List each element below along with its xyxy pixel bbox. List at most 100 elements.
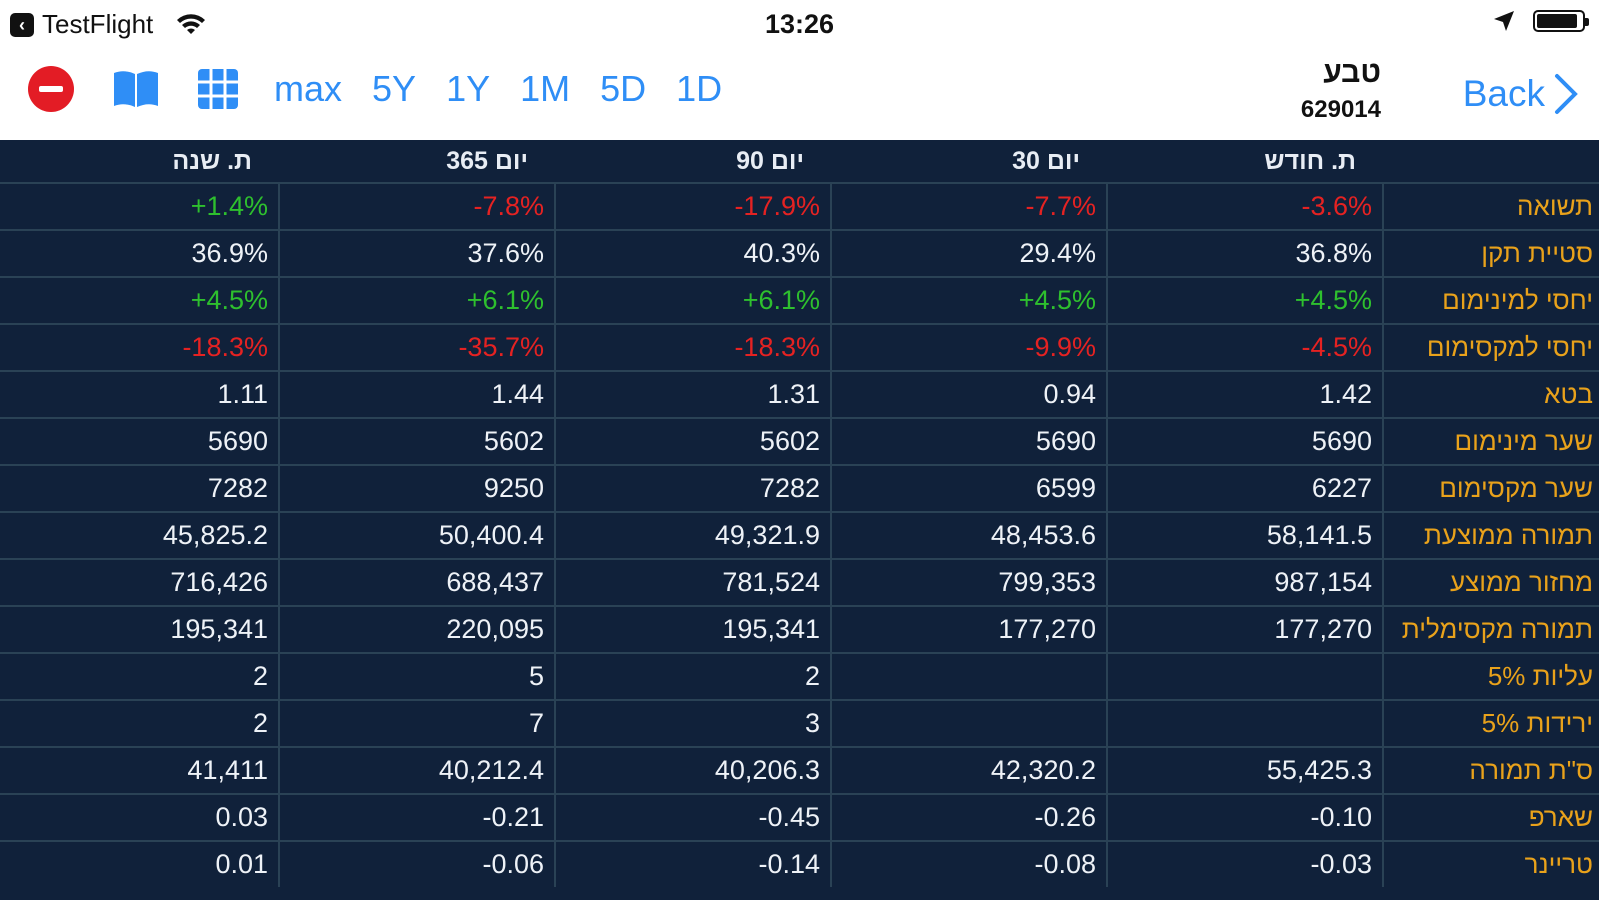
security-code: 629014 (1300, 96, 1381, 123)
status-right (1493, 10, 1589, 32)
range-5y-button[interactable]: 5Y (372, 68, 416, 110)
table-body: +1.4% -7.8% -17.9% -7.7% -3.6% תשואה 36.9% 37.6… (0, 182, 1599, 887)
table-cell: 5690 (1106, 419, 1382, 464)
table-cell: 36.8% (1106, 231, 1382, 276)
table-cell: +4.5% (1106, 278, 1382, 323)
table-cell: 48,453.6 (830, 513, 1106, 558)
toolbar: max 5Y 1Y 1M 5D 1D (28, 66, 722, 112)
table-cell: 40,212.4 (278, 748, 554, 793)
security-name: טבע (1323, 56, 1381, 89)
table-cell: 7282 (207, 473, 268, 503)
table-cell: 40.3% (554, 231, 830, 276)
table-row: 2 5 2 עליות 5% (0, 652, 1599, 699)
table-row: -18.3% -35.7% -18.3% -9.9% -4.5% יחסי למקסימו… (0, 323, 1599, 370)
table-cell: -7.8% (278, 184, 554, 229)
table-row: 716,426 688,437 781,524 799,353 987,154 מחזור… (0, 558, 1599, 605)
table-cell: 6227 (1106, 466, 1382, 511)
table-cell: 45,825.2 (162, 520, 268, 550)
col-header-30d: 30 יום (1012, 147, 1080, 175)
security-title: טבע 629014 (1301, 56, 1381, 124)
range-1y-button[interactable]: 1Y (446, 68, 490, 110)
table-cell: 177,270 (1106, 607, 1382, 652)
table-row: 2 7 3 ירידות 5% (0, 699, 1599, 746)
table-cell: -18.3% (182, 332, 268, 362)
col-header-label (1382, 140, 1599, 182)
table-row: 195,341 220,095 195,341 177,270 177,270 תמורה… (0, 605, 1599, 652)
table-cell: +4.5% (190, 285, 268, 315)
table-cell: 55,425.3 (1106, 748, 1382, 793)
table-cell: 1.11 (217, 379, 268, 409)
table-cell: 6599 (830, 466, 1106, 511)
table-cell: -3.6% (1106, 184, 1382, 229)
grid-icon[interactable] (196, 67, 240, 111)
range-1m-button[interactable]: 1M (520, 68, 570, 110)
row-label: תמורה מקסימלית (1382, 607, 1599, 652)
table-cell: 177,270 (830, 607, 1106, 652)
table-cell: 7 (278, 701, 554, 746)
row-label: ס"ת תמורה (1382, 748, 1599, 793)
table-cell: +6.1% (554, 278, 830, 323)
table-row: 36.9% 37.6% 40.3% 29.4% 36.8% סטיית תקן (0, 229, 1599, 276)
row-label: בטא (1382, 372, 1599, 417)
col-header-mtd: ת. חודש (1264, 147, 1356, 175)
table-cell (1106, 701, 1382, 746)
range-max-button[interactable]: max (274, 68, 342, 110)
table-cell: 2 (252, 708, 268, 738)
table-cell: -0.45 (554, 795, 830, 840)
range-1d-button[interactable]: 1D (676, 68, 722, 110)
table-cell: 5690 (830, 419, 1106, 464)
table-cell: 29.4% (830, 231, 1106, 276)
book-icon[interactable] (112, 69, 160, 109)
table-cell: 1.42 (1106, 372, 1382, 417)
table-cell: 2 (554, 654, 830, 699)
table-row: +4.5% +6.1% +6.1% +4.5% +4.5% יחסי למינימום (0, 276, 1599, 323)
table-cell: -7.7% (830, 184, 1106, 229)
table-cell: 5602 (278, 419, 554, 464)
clock: 13:26 (764, 9, 835, 39)
table-cell: 0.94 (830, 372, 1106, 417)
back-button[interactable]: Back (1463, 72, 1579, 116)
table-cell (830, 701, 1106, 746)
row-label: עליות 5% (1382, 654, 1599, 699)
table-cell: -17.9% (554, 184, 830, 229)
remove-icon[interactable] (28, 66, 74, 112)
table-row: 5690 5602 5602 5690 5690 שער מינימום (0, 417, 1599, 464)
table-cell: 220,095 (278, 607, 554, 652)
table-cell: 42,320.2 (830, 748, 1106, 793)
table-row: 0.03 -0.21 -0.45 -0.26 -0.10 שארפ (0, 793, 1599, 840)
row-label: יחסי למינימום (1382, 278, 1599, 323)
table-cell: 2 (252, 661, 268, 691)
table-cell: 5602 (554, 419, 830, 464)
table-cell: 40,206.3 (554, 748, 830, 793)
table-cell: 5690 (207, 426, 268, 456)
table-cell: 195,341 (170, 614, 268, 644)
table-cell (1106, 654, 1382, 699)
table-cell: -0.08 (830, 842, 1106, 887)
row-label: שארפ (1382, 795, 1599, 840)
table-cell: 49,321.9 (554, 513, 830, 558)
table-cell: 50,400.4 (278, 513, 554, 558)
battery-icon (1533, 10, 1589, 32)
table-cell: -35.7% (278, 325, 554, 370)
col-header-90d: 90 יום (736, 147, 804, 175)
stats-table: ת. שנה 365 יום 90 יום 30 יום ת. חודש +1.… (0, 140, 1599, 900)
row-label: תמורה ממוצעת (1382, 513, 1599, 558)
table-cell: 0.01 (215, 849, 268, 879)
table-cell: 716,426 (170, 567, 268, 597)
range-5d-button[interactable]: 5D (600, 68, 646, 110)
status-bar: ‹ TestFlight 13:26 (0, 0, 1599, 48)
table-cell: 1.44 (278, 372, 554, 417)
table-cell: 41,411 (187, 755, 268, 785)
table-cell: 36.9% (191, 238, 268, 268)
table-cell: 1.31 (554, 372, 830, 417)
table-cell (830, 654, 1106, 699)
location-arrow-icon (1494, 11, 1514, 31)
table-row: 0.01 -0.06 -0.14 -0.08 -0.03 טריינר (0, 840, 1599, 887)
row-label: ירידות 5% (1382, 701, 1599, 746)
table-cell: -18.3% (554, 325, 830, 370)
row-label: יחסי למקסימום (1382, 325, 1599, 370)
table-row: 41,411 40,212.4 40,206.3 42,320.2 55,425.3 ס"… (0, 746, 1599, 793)
table-cell: -0.14 (554, 842, 830, 887)
col-header-ytd: ת. שנה (172, 147, 252, 175)
table-cell: 37.6% (278, 231, 554, 276)
